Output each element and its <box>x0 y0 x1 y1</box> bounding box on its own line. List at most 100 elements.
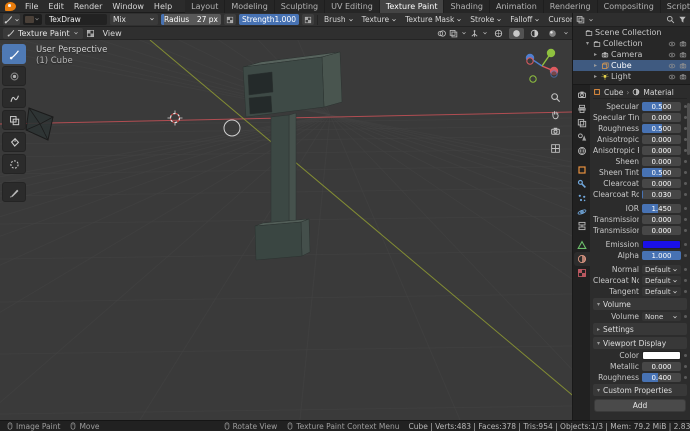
physics-tab[interactable] <box>574 205 590 219</box>
filter-icon[interactable] <box>678 15 687 24</box>
disable-render-icon[interactable] <box>679 51 687 59</box>
section-volume[interactable]: ▾Volume <box>593 298 687 310</box>
animate-dot-icon[interactable] <box>684 160 687 163</box>
slider-anisotropic-ro-[interactable]: 0.000 <box>642 146 681 155</box>
slider-clearcoat[interactable]: 0.000 <box>642 179 681 188</box>
chevron-down-icon[interactable] <box>563 30 569 36</box>
animate-dot-icon[interactable] <box>684 254 687 257</box>
slider-clearcoat-ro-[interactable]: 0.030 <box>642 190 681 199</box>
menu-render[interactable]: Render <box>69 2 107 11</box>
tool-soften-button[interactable] <box>2 66 26 86</box>
animate-dot-icon[interactable] <box>684 315 687 318</box>
workspace-tab-layout[interactable]: Layout <box>185 0 225 13</box>
slider-alpha[interactable]: 1.000 <box>642 251 681 260</box>
workspace-tab-uv-editing[interactable]: UV Editing <box>325 0 380 13</box>
slider-roughness[interactable]: 0.500 <box>642 124 681 133</box>
panel-menu-falloff[interactable]: Falloff <box>507 15 543 24</box>
slider-metallic[interactable]: 0.000 <box>642 362 681 371</box>
display-mode-icon[interactable] <box>576 15 585 24</box>
slider-ior[interactable]: 1.450 <box>642 204 681 213</box>
outliner-row-scene-collection[interactable]: Scene Collection <box>573 27 690 38</box>
chevron-down-icon[interactable] <box>461 30 467 36</box>
outliner-row-camera[interactable]: ▸Camera <box>573 49 690 60</box>
workspace-tab-rendering[interactable]: Rendering <box>544 0 598 13</box>
panel-menu-texture[interactable]: Texture <box>359 15 400 24</box>
tool-mask-button[interactable] <box>2 154 26 174</box>
outliner-row-collection[interactable]: ▾Collection <box>573 38 690 49</box>
blend-mode-dropdown[interactable]: Mix <box>110 14 158 25</box>
workspace-tab-modeling[interactable]: Modeling <box>225 0 274 13</box>
hide-eye-icon[interactable] <box>668 73 676 81</box>
animate-dot-icon[interactable] <box>684 354 687 357</box>
panel-menu-stroke[interactable]: Stroke <box>467 15 505 24</box>
dropdown-volume[interactable]: None <box>642 312 681 321</box>
section-custom-properties[interactable]: ▾Custom Properties <box>593 384 687 396</box>
menu-edit[interactable]: Edit <box>43 2 69 11</box>
slider-transmission-[interactable]: 0.000 <box>642 226 681 235</box>
animate-dot-icon[interactable] <box>684 243 687 246</box>
world-tab[interactable] <box>574 144 590 158</box>
dropdown-tangent[interactable]: Default <box>642 287 681 296</box>
slider-sheen-tint[interactable]: 0.500 <box>642 168 681 177</box>
slider-transmission[interactable]: 0.000 <box>642 215 681 224</box>
shading-wireframe-button[interactable] <box>491 28 506 39</box>
shading-solid-button[interactable] <box>509 28 524 39</box>
tool-clone-button[interactable] <box>2 110 26 130</box>
workspace-tab-animation[interactable]: Animation <box>490 0 544 13</box>
shading-material-button[interactable] <box>527 28 542 39</box>
workspace-tab-compositing[interactable]: Compositing <box>598 0 661 13</box>
section-settings[interactable]: ▸Settings <box>593 323 687 335</box>
render-tab[interactable] <box>574 88 590 102</box>
dropdown-normal[interactable]: Default <box>642 265 681 274</box>
radius-slider[interactable]: Radius27 px <box>161 14 221 25</box>
animate-dot-icon[interactable] <box>684 207 687 210</box>
blender-logo-icon[interactable] <box>5 2 16 11</box>
scene-tab[interactable] <box>574 130 590 144</box>
workspace-tab-scripting[interactable]: Scripting <box>661 0 690 13</box>
color-swatch-emission[interactable] <box>642 240 681 249</box>
section-viewport-display[interactable]: ▾Viewport Display <box>593 337 687 349</box>
radius-pressure-toggle[interactable] <box>224 14 236 25</box>
mode-dropdown[interactable]: Texture Paint <box>3 28 83 39</box>
panel-menu-brush[interactable]: Brush <box>321 15 357 24</box>
outliner-row-light[interactable]: ▸Light <box>573 71 690 82</box>
menu-file[interactable]: File <box>20 2 43 11</box>
animate-dot-icon[interactable] <box>684 290 687 293</box>
viewport-3d[interactable]: User Perspective (1) Cube <box>0 40 572 420</box>
disclosure-icon[interactable]: ▾ <box>584 40 591 47</box>
paint-mask-toggle[interactable] <box>86 29 95 38</box>
hide-eye-icon[interactable] <box>668 62 676 70</box>
animate-dot-icon[interactable] <box>684 229 687 232</box>
chevron-down-icon[interactable] <box>588 17 594 23</box>
breadcrumb-datablock[interactable]: Material <box>643 88 673 97</box>
slider-specular[interactable]: 0.500 <box>642 102 681 111</box>
disable-render-icon[interactable] <box>679 73 687 81</box>
strength-slider[interactable]: Strength1.000 <box>239 14 299 25</box>
viewport-canvas[interactable] <box>0 40 572 420</box>
animate-dot-icon[interactable] <box>684 279 687 282</box>
animate-dot-icon[interactable] <box>684 171 687 174</box>
color-swatch-color[interactable] <box>642 351 681 360</box>
menu-window[interactable]: Window <box>107 2 149 11</box>
tool-smear-button[interactable] <box>2 88 26 108</box>
disclosure-icon[interactable]: ▸ <box>592 73 599 80</box>
animate-dot-icon[interactable] <box>684 182 687 185</box>
menu-help[interactable]: Help <box>149 2 177 11</box>
slider-specular-tint[interactable]: 0.000 <box>642 113 681 122</box>
active-tool-button[interactable] <box>3 14 20 25</box>
panel-menu-texture-mask[interactable]: Texture Mask <box>402 15 465 24</box>
animate-dot-icon[interactable] <box>684 268 687 271</box>
viewport-menu-view[interactable]: View <box>98 27 127 40</box>
add-button[interactable]: Add <box>594 399 686 412</box>
camera-view-icon[interactable] <box>550 126 561 137</box>
output-tab[interactable] <box>574 102 590 116</box>
hide-eye-icon[interactable] <box>668 51 676 59</box>
material-tab[interactable] <box>574 252 590 266</box>
slider-anisotropic[interactable]: 0.000 <box>642 135 681 144</box>
animate-dot-icon[interactable] <box>684 218 687 221</box>
move-hand-icon[interactable] <box>550 109 561 120</box>
xray-toggle[interactable] <box>437 29 446 38</box>
chevron-down-icon[interactable] <box>482 30 488 36</box>
zoom-icon[interactable] <box>550 92 561 103</box>
tool-fill-button[interactable] <box>2 132 26 152</box>
